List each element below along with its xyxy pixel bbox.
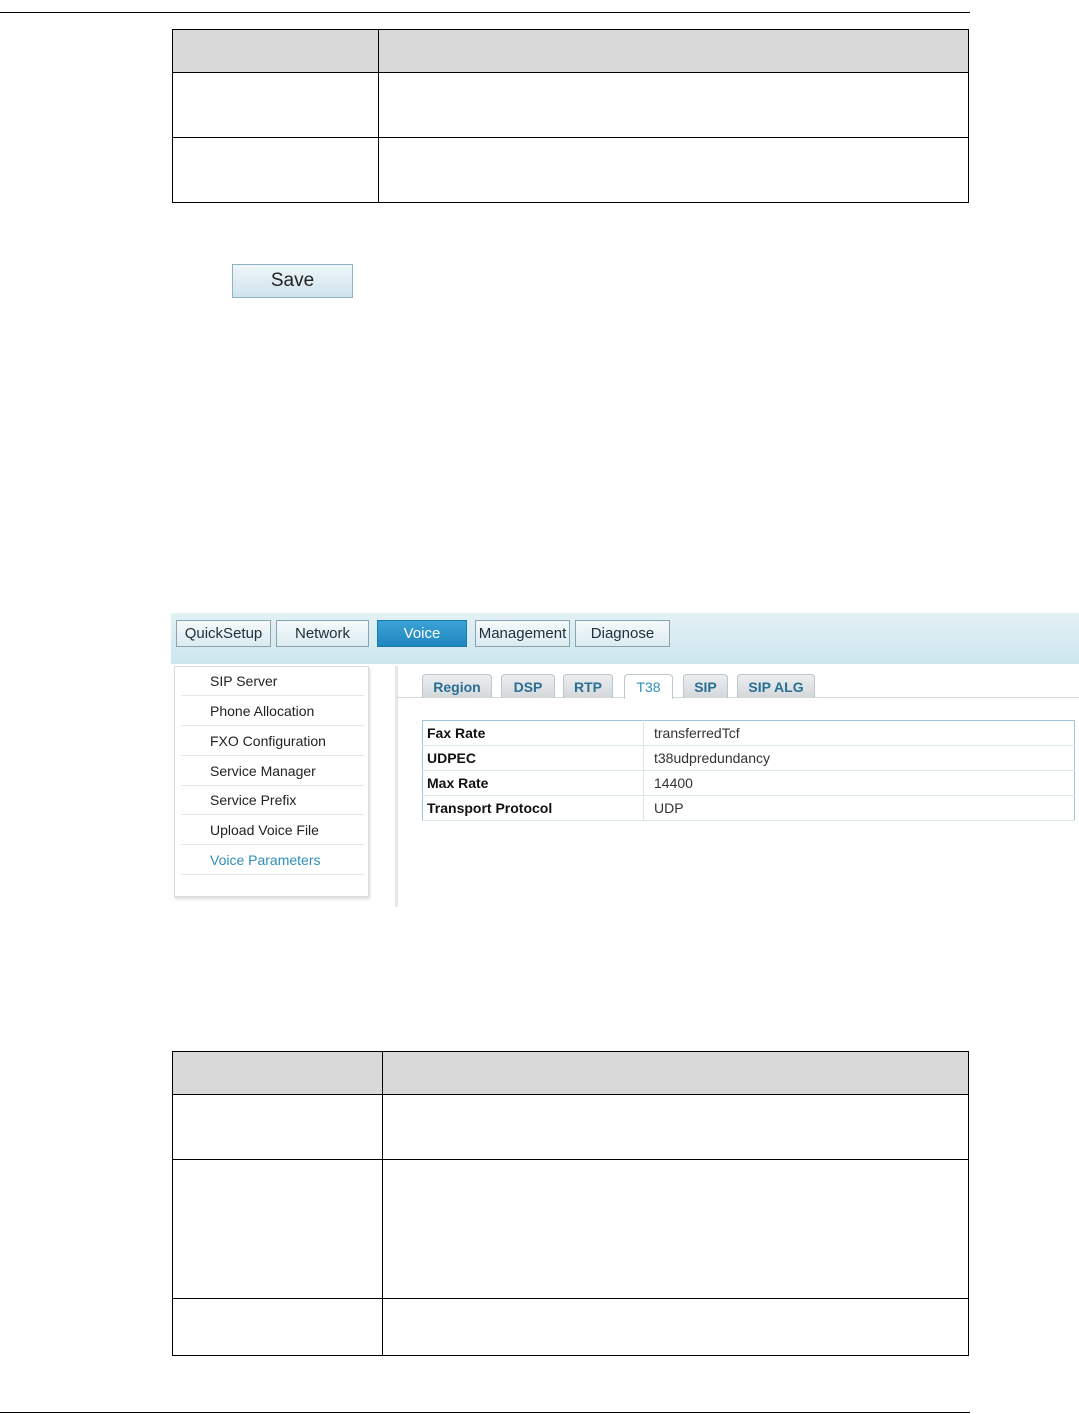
tab-region[interactable]: Region [422,674,492,698]
param-key: UDPEC [422,745,644,771]
sidebar-item-phone-allocation[interactable]: Phone Allocation [181,697,364,726]
sidebar-item-service-manager[interactable]: Service Manager [181,757,364,786]
table-header-cell [378,29,969,73]
table-cell [172,1094,383,1160]
param-key: Max Rate [422,770,644,796]
table-row [172,1094,969,1160]
tab-dsp[interactable]: DSP [501,674,555,698]
table-row [172,1298,969,1356]
nav-tab-quicksetup[interactable]: QuickSetup [176,620,271,647]
footer-rule [0,1412,970,1413]
table-header-cell [172,29,379,73]
table-row: Fax Rate transferredTcf [422,720,1075,746]
param-key: Fax Rate [422,720,644,746]
table-header-cell [382,1051,969,1095]
table-cell [382,1094,969,1160]
voice-parameters-screenshot: QuickSetup Network Voice Management Diag… [171,613,1079,907]
voice-sidebar: SIP Server Phone Allocation FXO Configur… [174,666,369,897]
param-value: UDP [643,795,1075,821]
tab-rtp[interactable]: RTP [563,674,613,698]
parameter-table-top [172,29,969,203]
save-button[interactable]: Save [232,264,353,298]
table-row: UDPEC t38udpredundancy [422,745,1075,771]
sidebar-item-fxo-configuration[interactable]: FXO Configuration [181,727,364,756]
parameter-table-bottom [172,1051,969,1356]
table-header-cell [172,1051,383,1095]
table-cell [382,1298,969,1356]
table-cell [378,137,969,203]
param-key: Transport Protocol [422,795,644,821]
sidebar-item-sip-server[interactable]: SIP Server [181,667,364,696]
table-row [172,1159,969,1299]
nav-tab-network[interactable]: Network [276,620,369,647]
table-row: Transport Protocol UDP [422,795,1075,821]
sidebar-item-voice-parameters[interactable]: Voice Parameters [181,846,364,875]
param-value: t38udpredundancy [643,745,1075,771]
sidebar-item-upload-voice-file[interactable]: Upload Voice File [181,816,364,845]
content-divider [395,666,398,907]
nav-tab-management[interactable]: Management [475,620,570,647]
table-row [172,72,969,138]
table-row: Max Rate 14400 [422,770,1075,796]
top-nav-bar: QuickSetup Network Voice Management Diag… [171,613,1079,664]
table-cell [172,72,379,138]
table-cell [172,1159,383,1299]
header-rule [0,12,970,13]
param-value: transferredTcf [643,720,1075,746]
table-header-row [172,1051,969,1095]
table-cell [378,72,969,138]
t38-parameter-table: Fax Rate transferredTcf UDPEC t38udpredu… [422,720,1075,821]
param-value: 14400 [643,770,1075,796]
tab-sip-alg[interactable]: SIP ALG [737,674,815,698]
table-header-row [172,29,969,73]
tab-t38[interactable]: T38 [624,674,673,699]
table-cell [172,137,379,203]
table-cell [382,1159,969,1299]
table-row [172,137,969,203]
tab-sip[interactable]: SIP [683,674,728,698]
table-cell [172,1298,383,1356]
nav-tab-voice[interactable]: Voice [377,620,467,647]
sidebar-item-service-prefix[interactable]: Service Prefix [181,786,364,815]
nav-tab-diagnose[interactable]: Diagnose [575,620,670,647]
